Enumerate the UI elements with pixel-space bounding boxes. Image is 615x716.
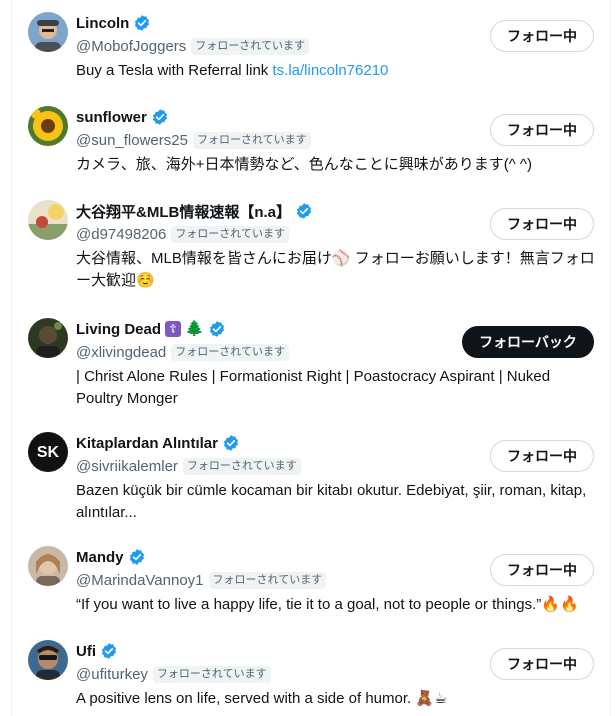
- verified-badge-icon: [129, 549, 144, 565]
- verified-badge-icon: [135, 15, 150, 31]
- user-name[interactable]: Living Dead: [76, 321, 161, 338]
- user-name[interactable]: 大谷翔平&MLB情報速報【n.a】: [76, 201, 291, 222]
- user-bio: カメラ、旅、海外+日本情勢など、色んなことに興味があります(^ ^): [76, 156, 532, 173]
- user-handle[interactable]: @sun_flowers25: [76, 132, 188, 149]
- user-name[interactable]: Mandy: [76, 549, 124, 566]
- sunflower-avatar[interactable]: [28, 106, 68, 146]
- user-cell[interactable]: Ufi @ufiturkey フォローされています A positive len…: [12, 628, 610, 716]
- user-handle[interactable]: @MobofJoggers: [76, 38, 186, 55]
- following-button[interactable]: フォロー中: [490, 554, 594, 586]
- user-handle[interactable]: @ufiturkey: [76, 666, 148, 683]
- follows-you-badge: フォローされています: [191, 37, 309, 55]
- bio-text: Buy a Tesla with Referral link: [76, 62, 273, 79]
- woman-portrait-avatar[interactable]: [28, 546, 68, 586]
- user-cell[interactable]: sunflower @sun_flowers25 フォローされています カメラ、…: [12, 94, 610, 188]
- user-handle[interactable]: @sivriikalemler: [76, 458, 178, 475]
- user-bio: A positive lens on life, served with a s…: [76, 690, 448, 707]
- following-button[interactable]: フォロー中: [490, 648, 594, 680]
- dark-figure-avatar[interactable]: [28, 318, 68, 358]
- following-button[interactable]: フォロー中: [490, 114, 594, 146]
- user-cell[interactable]: Living Dead ☦ 🌲 @xlivingdead フォローされています …: [12, 306, 610, 420]
- avatar-logo-text: SK: [37, 444, 60, 461]
- verified-badge-icon: [209, 321, 224, 337]
- column-border-right: [610, 0, 611, 716]
- user-cell[interactable]: Mandy @MarindaVannoy1 フォローされています “If you…: [12, 534, 610, 628]
- verified-badge-icon: [223, 435, 239, 451]
- user-bio: “If you want to live a happy life, tie i…: [76, 596, 579, 613]
- user-handle[interactable]: @xlivingdead: [76, 344, 166, 361]
- user-bio: 大谷情報、MLB情報を皆さんにお届け⚾️ フォローお願いします！無言フォロー大歓…: [76, 250, 595, 289]
- follows-you-badge: フォローされています: [208, 571, 327, 589]
- follow-back-button[interactable]: フォローバック: [462, 326, 594, 358]
- user-bio: | Christ Alone Rules | Formationist Righ…: [76, 368, 551, 407]
- user-name[interactable]: Kitaplardan Alıntılar: [76, 435, 218, 452]
- following-button[interactable]: フォロー中: [490, 440, 594, 472]
- follows-you-badge: フォローされています: [182, 457, 301, 475]
- user-bio: Buy a Tesla with Referral link ts.la/lin…: [76, 60, 596, 82]
- man-sunglasses-avatar[interactable]: [28, 640, 68, 680]
- orthodox-cross-icon: ☦: [165, 321, 182, 337]
- bio-link[interactable]: ts.la/lincoln76210: [272, 62, 388, 79]
- user-cell[interactable]: 大谷翔平&MLB情報速報【n.a】 @d97498206 フォローされています …: [12, 188, 610, 306]
- evergreen-tree-icon: 🌲: [185, 320, 204, 337]
- follows-you-badge: フォローされています: [192, 131, 311, 149]
- verified-badge-icon: [296, 203, 312, 219]
- verified-badge-icon: [152, 109, 167, 125]
- baseball-photo-avatar[interactable]: [28, 200, 68, 240]
- verified-badge-icon: [101, 643, 117, 659]
- user-handle[interactable]: @MarindaVannoy1: [76, 572, 204, 589]
- user-name[interactable]: Lincoln: [76, 15, 129, 32]
- user-name[interactable]: Ufi: [76, 643, 96, 660]
- following-button[interactable]: フォロー中: [490, 208, 594, 240]
- user-cell[interactable]: SK Kitaplardan Alıntılar @sivriikalemler…: [12, 420, 610, 534]
- person-with-cap-avatar[interactable]: [28, 12, 68, 52]
- follows-you-badge: フォローされています: [152, 665, 271, 683]
- user-handle[interactable]: @d97498206: [76, 226, 166, 243]
- following-button[interactable]: フォロー中: [490, 20, 594, 52]
- follows-you-badge: フォローされています: [171, 225, 289, 243]
- user-cell[interactable]: Lincoln @MobofJoggers フォローされています Buy a T…: [12, 0, 610, 94]
- follows-you-badge: フォローされています: [171, 343, 289, 361]
- user-bio: Bazen küçük bir cümle kocaman bir kitabı…: [76, 482, 587, 521]
- user-name[interactable]: sunflower: [76, 109, 147, 126]
- sk-logo-avatar[interactable]: SK: [28, 432, 68, 472]
